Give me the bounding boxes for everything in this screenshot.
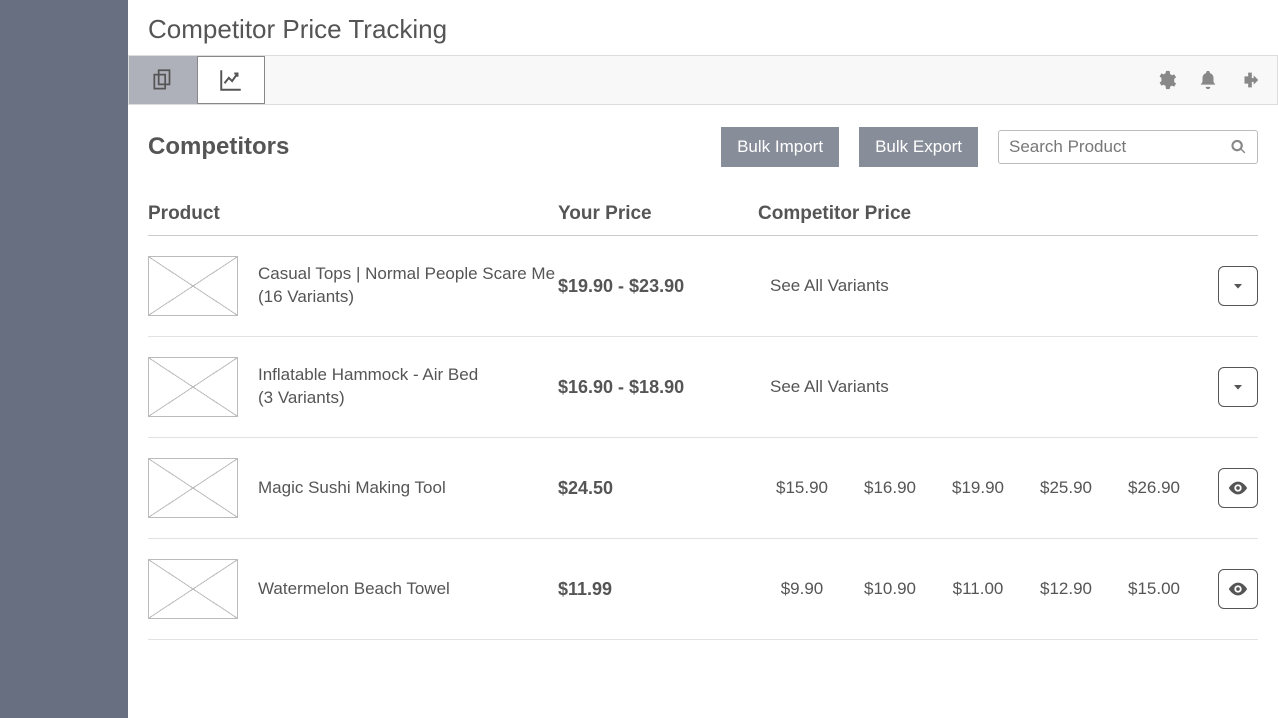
table-row: Inflatable Hammock - Air Bed(3 Variants)… — [148, 337, 1258, 438]
product-variants-count: (16 Variants) — [258, 286, 555, 309]
competitor-price-value: $12.90 — [1022, 579, 1110, 599]
product-thumbnail — [148, 357, 238, 417]
product-name: Watermelon Beach Towel — [258, 578, 450, 601]
competitors-table: Product Your Price Competitor Price Casu… — [128, 177, 1278, 640]
product-name: Magic Sushi Making Tool — [258, 477, 446, 500]
competitor-price-value: $9.90 — [758, 579, 846, 599]
competitor-price-value: $10.90 — [846, 579, 934, 599]
competitor-price-value: $26.90 — [1110, 478, 1198, 498]
sidebar — [0, 0, 128, 718]
competitor-prices: $15.90$16.90$19.90$25.90$26.90 — [758, 478, 1198, 498]
table-row: Magic Sushi Making Tool $24.50 $15.90$16.9… — [148, 438, 1258, 539]
expand-row-button[interactable] — [1218, 367, 1258, 407]
your-price-value: $24.50 — [558, 478, 613, 499]
competitor-prices: $9.90$10.90$11.00$12.90$15.00 — [758, 579, 1198, 599]
header-competitor-price: Competitor Price — [758, 203, 1198, 225]
see-all-variants-link[interactable]: See All Variants — [758, 276, 889, 296]
product-name: Inflatable Hammock - Air Bed — [258, 364, 478, 387]
your-price-value: $11.99 — [558, 579, 612, 600]
search-icon[interactable] — [1230, 137, 1247, 157]
view-row-button[interactable] — [1218, 468, 1258, 508]
copy-icon — [150, 67, 176, 93]
page-title: Competitor Price Tracking — [128, 0, 1278, 55]
toolbar — [128, 55, 1278, 105]
competitor-price-value: $19.90 — [934, 478, 1022, 498]
caret-down-icon — [1230, 379, 1246, 395]
product-variants-count: (3 Variants) — [258, 387, 478, 410]
competitor-price-value: $11.00 — [934, 579, 1022, 599]
search-input[interactable] — [1009, 137, 1230, 157]
caret-down-icon — [1230, 278, 1246, 294]
your-price-value: $16.90 - $18.90 — [558, 377, 684, 398]
copy-tab[interactable] — [129, 56, 197, 104]
subheader-title: Competitors — [148, 133, 289, 161]
header-product: Product — [148, 203, 558, 225]
main-content: Competitor Price Tracking Competitors Bu… — [128, 0, 1278, 718]
expand-row-button[interactable] — [1218, 266, 1258, 306]
chart-tab[interactable] — [197, 56, 265, 104]
your-price-value: $19.90 - $23.90 — [558, 276, 684, 297]
table-row: Casual Tops | Normal People Scare Me(16 … — [148, 236, 1258, 337]
bulk-export-button[interactable]: Bulk Export — [859, 127, 978, 167]
search-product-wrap — [998, 130, 1258, 164]
header-your-price: Your Price — [558, 203, 758, 225]
see-all-variants-link[interactable]: See All Variants — [758, 377, 889, 397]
subheader: Competitors Bulk Import Bulk Export — [128, 105, 1278, 177]
eye-icon — [1227, 578, 1249, 600]
product-thumbnail — [148, 256, 238, 316]
product-thumbnail — [148, 458, 238, 518]
bulk-import-button[interactable]: Bulk Import — [721, 127, 839, 167]
product-thumbnail — [148, 559, 238, 619]
bell-icon[interactable] — [1197, 69, 1219, 91]
gear-icon[interactable] — [1155, 69, 1177, 91]
logout-icon[interactable] — [1239, 69, 1261, 91]
table-row: Watermelon Beach Towel$11.99$9.90$10.90$… — [148, 539, 1258, 640]
competitor-price-value: $16.90 — [846, 478, 934, 498]
eye-icon — [1227, 477, 1249, 499]
chart-trend-icon — [218, 67, 244, 93]
view-row-button[interactable] — [1218, 569, 1258, 609]
competitor-price-value: $15.90 — [758, 478, 846, 498]
product-name: Casual Tops | Normal People Scare Me — [258, 263, 555, 286]
competitor-price-value: $15.00 — [1110, 579, 1198, 599]
table-header: Product Your Price Competitor Price — [148, 177, 1258, 236]
competitor-price-value: $25.90 — [1022, 478, 1110, 498]
